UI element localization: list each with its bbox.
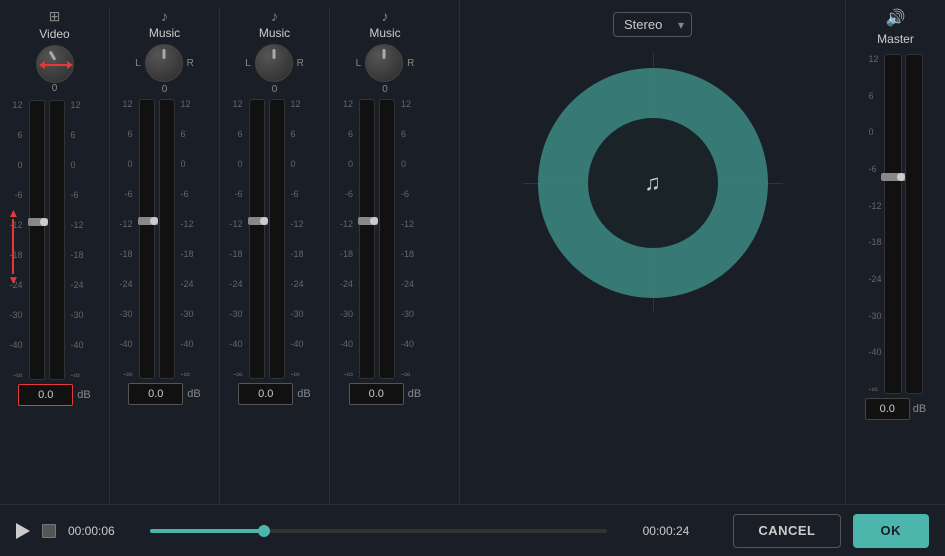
donut-visualizer: ♫ <box>523 53 783 313</box>
time-end: 00:00:24 <box>619 524 689 538</box>
channel-music2: ♪ Music L R 0 1260-6-12-18-24-30-40-∞ 12… <box>220 8 330 504</box>
channel-music3-label: Music <box>369 26 400 40</box>
music1-db-label: dB <box>187 388 200 400</box>
music1-knob[interactable] <box>145 44 183 82</box>
fader-scale-video-right: 12 6 0 -6 -12 -18 -24 -30 -40 -∞ <box>69 100 84 380</box>
music2-knob-value: 0 <box>272 84 278 95</box>
fader-arrow-up: ▲ <box>8 207 20 219</box>
music2-db-row: dB <box>238 383 310 405</box>
cancel-button[interactable]: CANCEL <box>733 514 840 548</box>
video-db-row: dB <box>18 384 90 406</box>
fader-arrow-down: ▼ <box>8 274 20 286</box>
music2-knob-r-label: R <box>297 58 304 69</box>
knob-arrows <box>37 46 75 84</box>
music3-knob-r-label: R <box>407 58 414 69</box>
channel-music1-label: Music <box>149 26 180 40</box>
music3-icon: ♪ <box>382 8 389 24</box>
music3-db-input[interactable] <box>349 383 404 405</box>
music1-knob-r-label: R <box>187 58 194 69</box>
master-meter: 12 6 0 -6 -12 -18 -24 -30 -40 -∞ <box>868 54 922 394</box>
music2-db-input[interactable] <box>238 383 293 405</box>
fader-scale-m3: 1260-6-12-18-24-30-40-∞ <box>340 99 355 379</box>
channel-video-label: Video <box>39 27 69 41</box>
channel-video: ⊞ Video 0 12 6 0 <box>0 8 110 504</box>
fader-track-video-l[interactable]: ▲ ▼ <box>29 100 45 380</box>
fader-track-m1-l[interactable] <box>139 99 155 379</box>
fader-track-m3-r[interactable] <box>379 99 395 379</box>
master-track-l[interactable] <box>884 54 902 394</box>
time-start: 00:00:06 <box>68 524 138 538</box>
music3-db-label: dB <box>408 388 421 400</box>
fader-scale-m1: 1260-6-12-18-24-30-40-∞ <box>120 99 135 379</box>
music1-knob-value: 0 <box>162 84 168 95</box>
ok-button[interactable]: OK <box>853 514 930 548</box>
donut-music-icon: ♫ <box>644 170 661 196</box>
mixer-panel: ⊞ Video 0 12 6 0 <box>0 0 460 504</box>
music3-knob-l-label: L <box>356 58 362 69</box>
progress-thumb[interactable] <box>258 525 270 537</box>
music2-knob[interactable] <box>255 44 293 82</box>
fader-track-video-r[interactable] <box>49 100 65 380</box>
music3-knob[interactable] <box>365 44 403 82</box>
stereo-select-wrapper[interactable]: Stereo Mono Left Right ▾ <box>613 12 692 37</box>
volume-icon: 🔊 <box>886 8 906 28</box>
music3-knob-value: 0 <box>382 84 388 95</box>
master-track-r[interactable] <box>905 54 923 394</box>
music1-knob-l-label: L <box>135 58 141 69</box>
music2-db-label: dB <box>297 388 310 400</box>
progress-fill <box>150 529 264 533</box>
fader-track-m1-r[interactable] <box>159 99 175 379</box>
fader-scale-m1-right: 1260-6-12-18-24-30-40-∞ <box>179 99 194 379</box>
music1-db-input[interactable] <box>128 383 183 405</box>
fader-scale-m2-right: 1260-6-12-18-24-30-40-∞ <box>289 99 304 379</box>
stereo-select-row: Stereo Mono Left Right ▾ <box>613 12 692 37</box>
video-knob-value: 0 <box>52 83 58 94</box>
master-panel: 🔊 Master 12 6 0 -6 -12 -18 -24 -30 -40 -… <box>845 0 945 504</box>
music1-knob-row: L R <box>135 44 194 82</box>
fader-scale-m3-right: 1260-6-12-18-24-30-40-∞ <box>399 99 414 379</box>
master-db-row: dB <box>865 398 926 420</box>
channel-music1: ♪ Music L R 0 1260-6-12-18-24-30-40-∞ 12… <box>110 8 220 504</box>
stop-button[interactable] <box>42 524 56 538</box>
master-label: Master <box>877 32 914 46</box>
video-db-input[interactable] <box>18 384 73 406</box>
progress-track[interactable] <box>150 529 607 533</box>
channel-music2-label: Music <box>259 26 290 40</box>
video-icon: ⊞ <box>49 8 61 25</box>
fader-scale-m2: 1260-6-12-18-24-30-40-∞ <box>230 99 245 379</box>
master-level-dot <box>897 173 905 181</box>
center-panel: Stereo Mono Left Right ▾ ♫ <box>460 0 845 504</box>
play-button[interactable] <box>16 523 30 539</box>
transport-bar: 00:00:06 00:00:24 CANCEL OK <box>0 504 945 556</box>
fader-track-m2-l[interactable] <box>249 99 265 379</box>
master-db-label: dB <box>913 403 926 415</box>
master-scale: 12 6 0 -6 -12 -18 -24 -30 -40 -∞ <box>868 54 881 394</box>
fader-track-m2-r[interactable] <box>269 99 285 379</box>
music2-icon: ♪ <box>271 8 278 24</box>
master-fader-tracks <box>884 54 923 394</box>
music2-knob-row: L R <box>245 44 304 82</box>
channel-music3: ♪ Music L R 0 1260-6-12-18-24-30-40-∞ 12… <box>330 8 440 504</box>
music2-knob-l-label: L <box>245 58 251 69</box>
master-db-input[interactable] <box>865 398 910 420</box>
video-knob[interactable] <box>36 45 74 83</box>
music3-knob-row: L R <box>356 44 415 82</box>
video-db-label: dB <box>77 389 90 401</box>
music1-db-row: dB <box>128 383 200 405</box>
music1-icon: ♪ <box>161 8 168 24</box>
music3-db-row: dB <box>349 383 421 405</box>
fader-track-m3-l[interactable] <box>359 99 375 379</box>
stereo-select[interactable]: Stereo Mono Left Right <box>613 12 692 37</box>
